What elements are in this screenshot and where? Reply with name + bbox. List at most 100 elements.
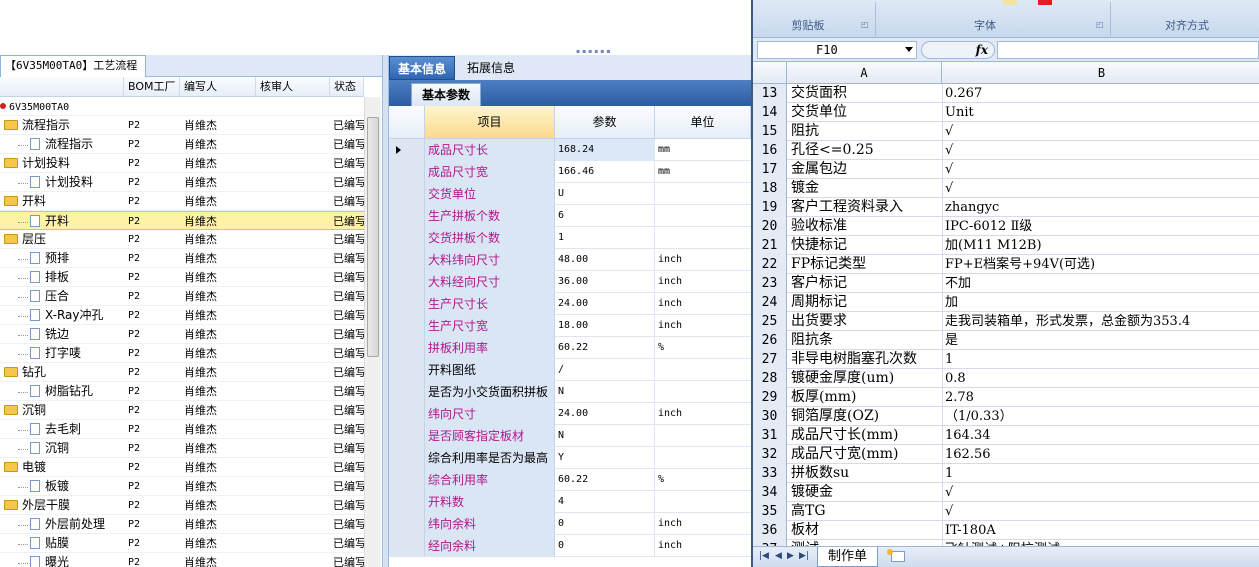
parameter-value[interactable]: 18.00	[555, 315, 655, 337]
cell-b[interactable]: √	[942, 483, 1259, 502]
tree-node[interactable]: X-Ray冲孔	[18, 306, 138, 325]
cell-a[interactable]: 阻抗	[791, 122, 941, 141]
cell-b[interactable]: 加(M11 M12B)	[942, 236, 1259, 255]
row-indicator[interactable]	[389, 447, 425, 469]
row-indicator[interactable]	[389, 249, 425, 271]
row-indicator[interactable]	[389, 337, 425, 359]
tree-row[interactable]: 开料 P2 肖维杰 已编写	[0, 211, 364, 230]
cell-a[interactable]: 非导电树脂塞孔次数	[791, 350, 941, 369]
parameter-value[interactable]: 48.00	[555, 249, 655, 271]
select-all-corner[interactable]	[753, 62, 787, 84]
row-number[interactable]: 25	[753, 312, 787, 331]
cell-a[interactable]: 阻抗条	[791, 331, 941, 350]
row-indicator[interactable]	[389, 293, 425, 315]
row-number[interactable]: 35	[753, 502, 787, 521]
row-indicator[interactable]	[389, 183, 425, 205]
cell-b[interactable]: 1	[942, 350, 1259, 369]
cell-b[interactable]: 164.34	[942, 426, 1259, 445]
parameter-value[interactable]: U	[555, 183, 655, 205]
row-number[interactable]: 33	[753, 464, 787, 483]
tree-row[interactable]: 铣边 P2 肖维杰 已编写	[0, 325, 364, 344]
cell-b[interactable]: Unit	[942, 103, 1259, 122]
cell-a[interactable]: 周期标记	[791, 293, 941, 312]
tree-node[interactable]: 沉铜	[4, 401, 124, 420]
splitter-grip-icon[interactable]: ▪▪▪▪▪▪	[576, 49, 616, 55]
cell-a[interactable]: 拼板数su	[791, 464, 941, 483]
cell-b[interactable]: √	[942, 141, 1259, 160]
parameter-row[interactable]: 是否为小交货面积拼板 N	[389, 381, 751, 403]
row-indicator[interactable]	[389, 381, 425, 403]
parameter-value[interactable]: N	[555, 425, 655, 447]
row-number[interactable]: 36	[753, 521, 787, 540]
parameter-row[interactable]: 生产拼板个数 6	[389, 205, 751, 227]
cell-a[interactable]: 镀硬金	[791, 483, 941, 502]
parameter-value[interactable]: 60.22	[555, 469, 655, 491]
parameter-value[interactable]: /	[555, 359, 655, 381]
sheet-tab-production[interactable]: 制作单	[817, 547, 879, 567]
tab-extended-info[interactable]: 拓展信息	[459, 56, 523, 80]
tree-row[interactable]: 钻孔 P2 肖维杰 已编写	[0, 363, 364, 382]
parameter-row[interactable]: 生产尺寸宽 18.00 inch	[389, 315, 751, 337]
cell-b[interactable]: zhangyc	[942, 198, 1259, 217]
tree-row[interactable]: 板镀 P2 肖维杰 已编写	[0, 477, 364, 496]
tab-basic-params[interactable]: 基本参数	[411, 83, 482, 106]
tree-node[interactable]: 外层干膜	[4, 496, 124, 515]
row-number[interactable]: 22	[753, 255, 787, 274]
column-header-writer[interactable]: 编写人	[180, 77, 256, 97]
parameter-value[interactable]: N	[555, 381, 655, 403]
row-number[interactable]: 14	[753, 103, 787, 122]
cell-a[interactable]: 快捷标记	[791, 236, 941, 255]
tree-row[interactable]: 电镀 P2 肖维杰 已编写	[0, 458, 364, 477]
cell-a[interactable]: 客户工程资料录入	[791, 198, 941, 217]
column-header-item[interactable]: 项目	[425, 106, 555, 139]
tree-node[interactable]: 6V35M00TA0	[0, 97, 120, 116]
cell-b[interactable]: √	[942, 502, 1259, 521]
tree-row[interactable]: 计划投料 P2 肖维杰 已编写	[0, 173, 364, 192]
parameter-row[interactable]: 开料图纸 /	[389, 359, 751, 381]
cell-a[interactable]: 交货面积	[791, 84, 941, 103]
parameter-value[interactable]: 24.00	[555, 293, 655, 315]
parameter-row[interactable]: 纬向尺寸 24.00 inch	[389, 403, 751, 425]
parameter-value[interactable]: 6	[555, 205, 655, 227]
tree-node[interactable]: 贴膜	[18, 534, 138, 553]
cell-a[interactable]: 成品尺寸宽(mm)	[791, 445, 941, 464]
parameter-row[interactable]: 综合利用率 60.22%	[389, 469, 751, 491]
parameter-value[interactable]: 0	[555, 535, 655, 557]
tab-process-flow[interactable]: 【6V35M00TA0】工艺流程	[0, 55, 147, 77]
cell-b[interactable]: 0.267	[942, 84, 1259, 103]
cell-b[interactable]: FP+E档案号+94V(可选)	[942, 255, 1259, 274]
parameter-value[interactable]: 166.46	[555, 161, 655, 183]
row-number[interactable]: 21	[753, 236, 787, 255]
column-header-reviewer[interactable]: 核审人	[256, 77, 330, 97]
tree-row[interactable]: 贴膜 P2 肖维杰 已编写	[0, 534, 364, 553]
tree-node[interactable]: 计划投料	[4, 154, 124, 173]
row-indicator[interactable]	[389, 315, 425, 337]
tree-node[interactable]: 板镀	[18, 477, 138, 496]
tree-row[interactable]: 排板 P2 肖维杰 已编写	[0, 268, 364, 287]
font-launcher-icon[interactable]: ◰	[1096, 20, 1104, 29]
column-header-unit[interactable]: 单位	[655, 106, 751, 139]
cell-b[interactable]: √	[942, 179, 1259, 198]
parameter-value[interactable]: Y	[555, 447, 655, 469]
cell-a[interactable]: 镀金	[791, 179, 941, 198]
parameter-row[interactable]: 生产尺寸长 24.00 inch	[389, 293, 751, 315]
row-number[interactable]: 34	[753, 483, 787, 502]
tree-row[interactable]: 层压 P2 肖维杰 已编写	[0, 230, 364, 249]
cell-b[interactable]: √	[942, 160, 1259, 179]
tree-node[interactable]: 曝光	[18, 553, 138, 567]
tree-node[interactable]: 钻孔	[4, 363, 124, 382]
row-number[interactable]: 20	[753, 217, 787, 236]
parameter-row[interactable]: 经向余料 0 inch	[389, 535, 751, 557]
tree-node[interactable]: 开料	[4, 192, 124, 211]
tree-scrollbar-thumb[interactable]	[367, 117, 379, 357]
parameter-value[interactable]: 60.22	[555, 337, 655, 359]
tree-row[interactable]: 流程指示 P2 肖维杰 已编写	[0, 135, 364, 154]
tree-row[interactable]: X-Ray冲孔 P2 肖维杰 已编写	[0, 306, 364, 325]
next-sheet-icon[interactable]: ▶	[787, 551, 794, 561]
tree-row[interactable]: 沉铜 P2 肖维杰 已编写	[0, 401, 364, 420]
tree-row[interactable]: 沉铜 P2 肖维杰 已编写	[0, 439, 364, 458]
row-number[interactable]: 26	[753, 331, 787, 350]
tree-row[interactable]: 外层前处理 P2 肖维杰 已编写	[0, 515, 364, 534]
tree-scrollbar[interactable]	[364, 97, 381, 567]
cell-a[interactable]: 板材	[791, 521, 941, 540]
